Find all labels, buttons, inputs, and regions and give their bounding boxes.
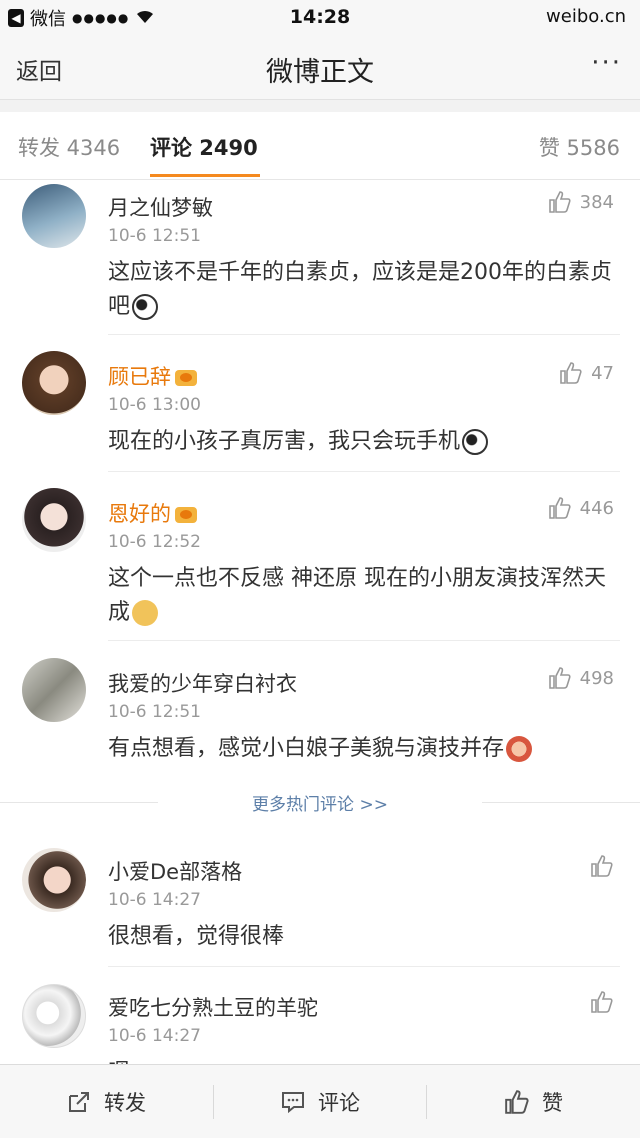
tab-like[interactable]: 赞 5586	[539, 132, 620, 162]
repost-button[interactable]: 转发	[66, 1065, 146, 1138]
comment-time: 10-6 12:51	[108, 226, 201, 246]
thumbs-up-icon	[548, 497, 571, 519]
comment-time: 10-6 12:52	[108, 532, 201, 552]
comment-time: 10-6 12:51	[108, 702, 201, 722]
comment-text: 这应该不是千年的白素贞，应该是是200年的白素贞吧	[108, 256, 618, 324]
comment-body: 有点想看，感觉小白娘子美貌与演技并存	[108, 736, 505, 761]
nav-bar: 返回 微博正文 ···	[0, 34, 640, 100]
comment-body: 这应该不是千年的白素贞，应该是是200年的白素贞吧	[108, 260, 612, 319]
avatar[interactable]	[22, 848, 86, 912]
divider	[426, 1085, 427, 1119]
status-domain: weibo.cn	[546, 6, 626, 27]
status-time: 14:28	[289, 6, 351, 28]
like-count: 47	[591, 362, 614, 384]
vip-crown-icon	[175, 507, 197, 523]
comment-text: 这个一点也不反感 神还原 现在的小朋友演技浑然天成	[108, 562, 618, 630]
thumbs-up-icon	[548, 191, 571, 213]
active-tab-indicator	[150, 174, 260, 177]
thumbs-up-icon	[591, 855, 613, 877]
bottom-action-bar: 转发 评论 赞	[0, 1064, 640, 1138]
like-button[interactable]: 47	[559, 361, 614, 385]
doge-emoji-icon	[132, 600, 159, 626]
comment-username[interactable]: 顾已辞	[108, 361, 197, 391]
like-button[interactable]: 446	[548, 496, 614, 520]
username-text[interactable]: 恩好的	[108, 502, 171, 526]
panda-emoji-icon	[462, 429, 489, 455]
comment-time: 10-6 14:27	[108, 890, 201, 910]
avatar[interactable]	[22, 488, 86, 552]
like-button[interactable]: 384	[548, 190, 614, 214]
username-text[interactable]: 顾已辞	[108, 365, 171, 389]
divider	[108, 334, 620, 335]
repost-label: 转发	[104, 1091, 146, 1115]
like-label: 赞	[542, 1091, 563, 1115]
thumbs-up-icon	[560, 362, 582, 384]
shy-emoji-icon	[506, 736, 533, 762]
status-bar: ◀ 微信 ●●●●● 14:28 weibo.cn	[0, 0, 640, 34]
comment-time: 10-6 13:00	[108, 395, 201, 415]
like-count: 498	[579, 667, 614, 689]
avatar[interactable]	[22, 984, 86, 1048]
more-hot-comments-link[interactable]: 更多热门评论 >>	[0, 790, 640, 815]
more-icon[interactable]: ···	[591, 48, 622, 78]
tab-bar: 转发 4346 评论 2490 赞 5586	[0, 112, 640, 180]
comment-text: 很想看，觉得很棒	[108, 924, 285, 949]
avatar[interactable]	[22, 351, 86, 415]
page-title: 微博正文	[266, 57, 374, 88]
separator-band	[0, 100, 640, 112]
like-button[interactable]	[590, 854, 614, 878]
comment-username[interactable]: 小爱De部落格	[108, 856, 242, 886]
like-button[interactable]	[590, 990, 614, 1014]
thumbs-up-icon	[591, 991, 613, 1013]
avatar[interactable]	[22, 184, 86, 248]
repost-icon	[69, 1092, 89, 1112]
thumbs-up-icon	[505, 1090, 529, 1114]
avatar[interactable]	[22, 658, 86, 722]
tab-repost[interactable]: 转发 4346	[18, 132, 120, 162]
comment-body: 这个一点也不反感 神还原 现在的小朋友演技浑然天成	[108, 566, 606, 625]
comment-username[interactable]: 恩好的	[108, 498, 197, 528]
comment-username[interactable]: 月之仙梦敏	[108, 192, 213, 222]
tab-comment[interactable]: 评论 2490	[150, 132, 258, 162]
comment-text: 有点想看，感觉小白娘子美貌与演技并存	[108, 732, 618, 766]
comment-body: 现在的小孩子真厉害，我只会玩手机	[108, 429, 461, 454]
comment-icon	[282, 1092, 304, 1114]
panda-emoji-icon	[132, 294, 159, 320]
vip-crown-icon	[175, 370, 197, 386]
divider	[108, 966, 620, 967]
like-count: 384	[579, 191, 614, 213]
divider	[213, 1085, 214, 1119]
thumbs-up-icon	[548, 667, 571, 689]
divider	[108, 640, 620, 641]
like-count: 446	[579, 497, 614, 519]
like-action-button[interactable]: 赞	[504, 1065, 563, 1138]
comment-label: 评论	[318, 1091, 360, 1115]
divider	[108, 471, 620, 472]
comment-button[interactable]: 评论	[280, 1065, 360, 1138]
comment-time: 10-6 14:27	[108, 1026, 201, 1046]
like-button[interactable]: 498	[548, 666, 614, 690]
comment-username[interactable]: 我爱的少年穿白衬衣	[108, 668, 297, 698]
comment-username[interactable]: 爱吃七分熟土豆的羊驼	[108, 992, 318, 1022]
comment-text: 现在的小孩子真厉害，我只会玩手机	[108, 425, 618, 459]
